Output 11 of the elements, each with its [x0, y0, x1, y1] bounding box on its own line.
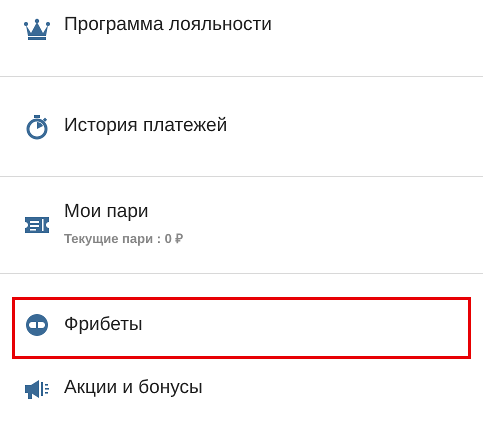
menu-item[interactable]: Акции и бонусы [0, 360, 483, 423]
menu-label: История платежей [64, 115, 228, 138]
menu-subtitle: Текущие пари : 0 ₽ [64, 230, 184, 248]
menu-item[interactable]: Фрибеты [0, 274, 483, 360]
menu-label: Акции и бонусы [64, 377, 203, 400]
menu-item[interactable]: История платежей [0, 77, 483, 177]
menu-label: Программа лояльности [64, 14, 272, 37]
menu-label: Мои пари [64, 201, 150, 224]
menu-item[interactable]: Программа лояльности [0, 0, 483, 77]
menu-label: Фрибеты [64, 314, 143, 336]
menu-item[interactable]: Мои пари Текущие пари : 0 ₽ [0, 177, 483, 274]
